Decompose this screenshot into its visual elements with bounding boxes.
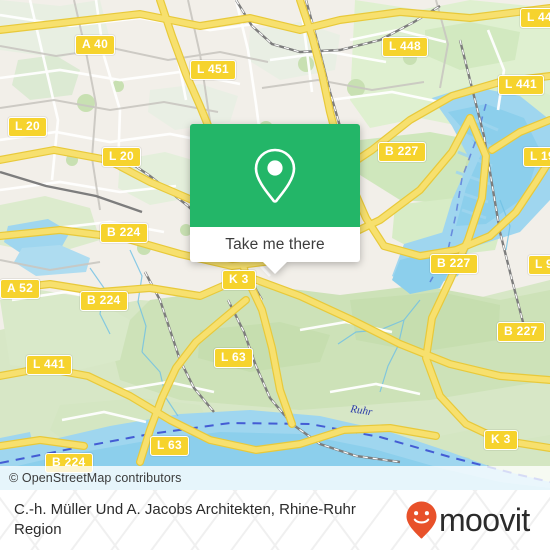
road-shield: L 20 <box>102 147 141 167</box>
moovit-smiley-pin-icon <box>406 501 437 539</box>
moovit-brand[interactable]: moovit <box>405 500 530 540</box>
popup-icon-area <box>190 124 360 227</box>
road-shield: L 191 <box>523 147 550 167</box>
place-title: C.-h. Müller Und A. Jacobs Architekten, … <box>14 501 356 538</box>
road-shield: K 3 <box>222 270 256 290</box>
road-shield: L 20 <box>8 117 47 137</box>
take-me-there-button[interactable]: Take me there <box>190 227 360 274</box>
moovit-location-card: Ruhr L 448A 40L 448L 451L 441L 20B 227L … <box>0 0 550 550</box>
road-shield: A 40 <box>75 35 116 55</box>
road-shield: L 63 <box>214 348 253 368</box>
road-shield: B 227 <box>378 142 426 162</box>
map-pin-icon <box>254 148 296 203</box>
location-popup[interactable]: Take me there <box>190 124 360 274</box>
take-me-there-label: Take me there <box>225 235 325 253</box>
road-shield: B 224 <box>80 291 128 311</box>
road-shield: B 224 <box>100 223 148 243</box>
road-shield: B 227 <box>430 254 478 274</box>
road-shield: L 441 <box>26 355 72 375</box>
popup-pointer <box>262 261 288 274</box>
road-shield: L 92 <box>528 255 550 275</box>
road-shield: L 63 <box>150 436 189 456</box>
road-shield: A 52 <box>0 279 41 299</box>
road-shield: L 441 <box>498 75 544 95</box>
osm-attribution[interactable]: © OpenStreetMap contributors <box>0 466 550 490</box>
road-shield: L 448 <box>382 37 428 57</box>
osm-attribution-text: © OpenStreetMap contributors <box>9 471 182 485</box>
road-shield: B 227 <box>497 322 545 342</box>
moovit-wordmark: moovit <box>439 502 530 538</box>
footer-bar: C.-h. Müller Und A. Jacobs Architekten, … <box>0 490 550 550</box>
road-shield: L 448 <box>520 8 550 28</box>
road-shield: K 3 <box>484 430 518 450</box>
road-shield: L 451 <box>190 60 236 80</box>
